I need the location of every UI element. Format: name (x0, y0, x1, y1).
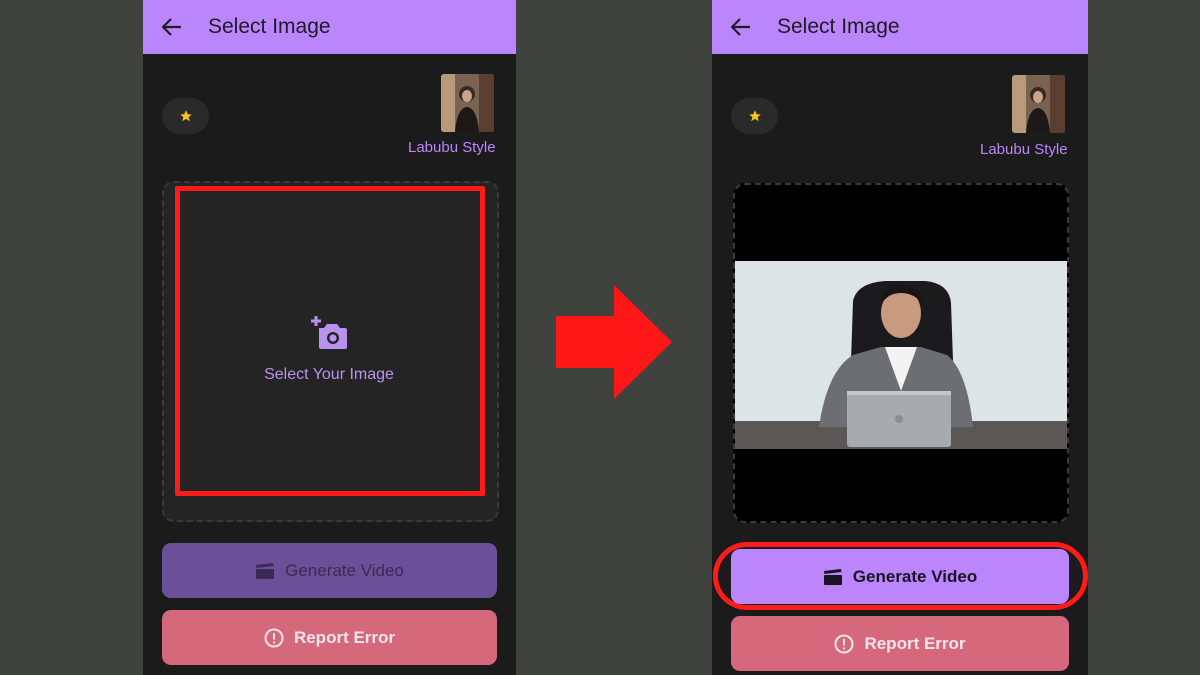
app-bar: Select Image (143, 0, 516, 54)
style-label: Labubu Style (980, 141, 1068, 158)
favorite-button[interactable] (162, 98, 209, 134)
report-error-button[interactable]: Report Error (731, 616, 1069, 671)
back-button[interactable] (147, 0, 197, 54)
select-image-label: Select Your Image (264, 366, 394, 383)
report-error-label: Report Error (864, 633, 966, 653)
clapperboard-icon (256, 562, 275, 579)
highlight-oval (713, 542, 1088, 610)
style-thumbnail[interactable] (1012, 75, 1065, 133)
style-thumbnail[interactable] (441, 74, 494, 132)
style-label: Labubu Style (408, 139, 496, 156)
page-title: Select Image (208, 15, 331, 38)
app-bar: Select Image (712, 0, 1088, 54)
phone-screen-after: Select Image Labubu Style Generate Video… (712, 0, 1088, 675)
selected-photo (735, 261, 1067, 449)
alert-circle-icon (834, 634, 854, 653)
phone-screen-before: Select Image Labubu Style Select Your Im… (143, 0, 516, 675)
generate-video-label: Generate Video (285, 560, 404, 580)
star-icon (179, 110, 192, 122)
back-arrow-icon (731, 18, 750, 36)
page-title: Select Image (777, 15, 900, 38)
generate-video-button[interactable]: Generate Video (162, 543, 497, 598)
report-error-label: Report Error (293, 627, 396, 647)
report-error-button[interactable]: Report Error (162, 610, 497, 665)
selected-image-preview[interactable] (733, 183, 1069, 523)
star-icon (748, 110, 761, 122)
right-arrow-icon (556, 285, 672, 399)
favorite-button[interactable] (731, 98, 778, 134)
alert-circle-icon (264, 628, 284, 647)
back-arrow-icon (162, 18, 181, 36)
add-photo-icon (311, 316, 347, 349)
back-button[interactable] (716, 0, 766, 54)
